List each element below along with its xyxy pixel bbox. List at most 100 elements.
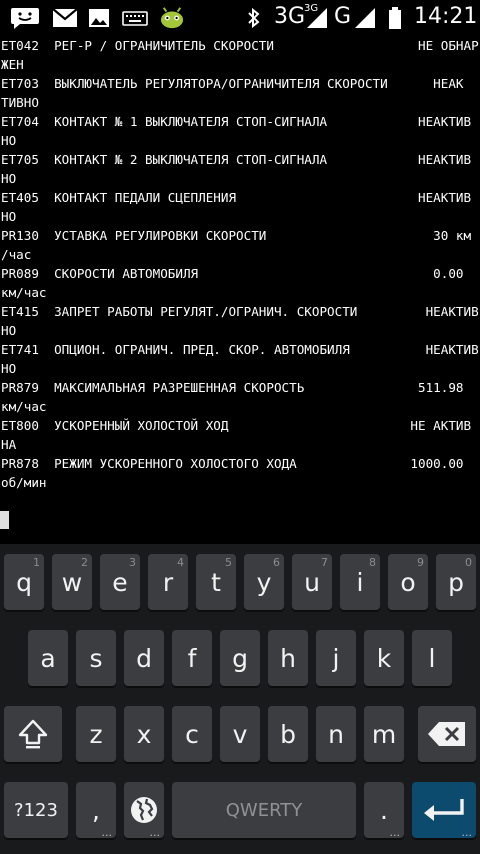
terminal-line: об/мин (1, 475, 47, 490)
key-l[interactable]: l (412, 630, 452, 686)
terminal-line: ET704 КОНТАКТ № 1 ВЫКЛЮЧАТЕЛЯ СТОП-СИГНА… (1, 114, 472, 129)
key-label: s (89, 643, 103, 673)
key-label: v (232, 719, 248, 749)
key-j[interactable]: j (316, 630, 356, 686)
key-label: t (211, 567, 221, 597)
key-i[interactable]: 8i (340, 554, 380, 610)
symbols-key[interactable]: ?123 (4, 782, 68, 838)
key-label: . (380, 795, 388, 825)
key-f[interactable]: f (172, 630, 212, 686)
key-t[interactable]: 5t (196, 554, 236, 610)
key-label: u (304, 567, 320, 597)
key-s[interactable]: s (76, 630, 116, 686)
battery-icon (389, 7, 401, 29)
key-hint: 7 (321, 556, 328, 569)
terminal-line: ЖЕН (1, 57, 24, 72)
key-label: , (92, 795, 100, 825)
terminal-line: км/час (1, 285, 47, 300)
key-label: m (371, 719, 397, 749)
shift-key[interactable] (4, 706, 62, 762)
terminal-line: PR089 СКОРОСТИ АВТОМОБИЛЯ 0.00 (1, 266, 464, 281)
key-r[interactable]: 4r (148, 554, 188, 610)
key-label: g (232, 643, 248, 673)
terminal-line: НО (1, 361, 17, 376)
language-key[interactable]: ... (124, 782, 164, 838)
key-label: o (400, 567, 416, 597)
globe-icon (131, 797, 157, 823)
period-key[interactable]: .... (364, 782, 404, 838)
key-label: k (376, 643, 392, 673)
status-bar: 3G 3G G 14:21 (0, 0, 480, 36)
terminal-line: ET741 ОПЦИОН. ОГРАНИЧ. ПРЕД. СКОР. АВТОМ… (1, 342, 479, 357)
terminal-line: PR878 РЕЖИМ УСКОРЕННОГО ХОЛОСТОГО ХОДА 1… (1, 456, 464, 471)
space-key[interactable]: QWERTY (172, 782, 356, 838)
key-m[interactable]: m (364, 706, 404, 762)
more-dots: ... (461, 826, 473, 839)
key-hint: 3 (129, 556, 136, 569)
keyboard-icon (122, 11, 148, 26)
key-hint: 6 (273, 556, 280, 569)
terminal-output[interactable]: ET042 РЕГ-Р / ОГРАНИЧИТЕЛЬ СКОРОСТИ НЕ О… (0, 36, 480, 544)
key-k[interactable]: k (364, 630, 404, 686)
key-x[interactable]: x (124, 706, 164, 762)
signal2-icon (355, 8, 375, 28)
key-w[interactable]: 2w (52, 554, 92, 610)
terminal-line: НА (1, 437, 17, 452)
key-g[interactable]: g (220, 630, 260, 686)
backspace-key[interactable] (418, 706, 476, 762)
key-p[interactable]: 0p (436, 554, 476, 610)
key-label: x (136, 719, 152, 749)
key-label: j (332, 643, 340, 673)
clock: 14:21 (414, 4, 478, 29)
soft-keyboard: 1q 2w 3e 4r 5t 6y 7u 8i 9o 0p a s d f g … (0, 544, 480, 854)
key-label: r (162, 567, 174, 597)
key-c[interactable]: c (172, 706, 212, 762)
terminal-line: км/час (1, 399, 47, 414)
terminal-line: ТИВНО (1, 95, 39, 110)
key-o[interactable]: 9o (388, 554, 428, 610)
key-u[interactable]: 7u (292, 554, 332, 610)
key-label: QWERTY (225, 799, 303, 821)
comma-key[interactable]: ,... (76, 782, 116, 838)
more-dots: ... (101, 826, 113, 839)
terminal-line: НО (1, 171, 17, 186)
key-hint: 8 (369, 556, 376, 569)
key-label: z (89, 719, 103, 749)
key-label: w (61, 567, 83, 597)
key-b[interactable]: b (268, 706, 308, 762)
key-label: i (356, 567, 364, 597)
terminal-line: ET415 ЗАПРЕТ РАБОТЫ РЕГУЛЯТ./ОГРАНИЧ. СК… (1, 304, 479, 319)
key-n[interactable]: n (316, 706, 356, 762)
key-d[interactable]: d (124, 630, 164, 686)
key-label: h (280, 643, 296, 673)
gmail-icon (52, 8, 78, 27)
key-q[interactable]: 1q (4, 554, 44, 610)
chat-icon (11, 8, 39, 29)
key-hint: 9 (417, 556, 424, 569)
key-label: ?123 (14, 799, 58, 821)
terminal-line: ET800 УСКОРЕННЫЙ ХОЛОСТОЙ ХОД НЕ АКТИВ (1, 418, 472, 433)
key-label: y (256, 567, 272, 597)
key-label: d (136, 643, 152, 673)
key-y[interactable]: 6y (244, 554, 284, 610)
key-label: q (16, 567, 32, 597)
key-v[interactable]: v (220, 706, 260, 762)
key-e[interactable]: 3e (100, 554, 140, 610)
terminal-line: НО (1, 133, 17, 148)
key-h[interactable]: h (268, 630, 308, 686)
key-label: b (280, 719, 296, 749)
key-label: l (428, 643, 436, 673)
key-hint: 0 (465, 556, 472, 569)
terminal-line: ET042 РЕГ-Р / ОГРАНИЧИТЕЛЬ СКОРОСТИ НЕ О… (1, 38, 479, 53)
key-z[interactable]: z (76, 706, 116, 762)
shift-icon (18, 719, 48, 749)
terminal-line: ET703 ВЫКЛЮЧАТЕЛЬ РЕГУЛЯТОРА/ОГРАНИЧИТЕЛ… (1, 76, 464, 91)
terminal-line: ET405 КОНТАКТ ПЕДАЛИ СЦЕПЛЕНИЯ НЕАКТИВ (1, 190, 472, 205)
image-icon (89, 9, 109, 27)
key-hint: 2 (81, 556, 88, 569)
enter-key[interactable]: ... (412, 782, 476, 838)
terminal-line: НО (1, 209, 17, 224)
terminal-line: PR130 УСТАВКА РЕГУЛИРОВКИ СКОРОСТИ 30 км (1, 228, 472, 243)
terminal-line: /час (1, 247, 32, 262)
key-a[interactable]: a (28, 630, 68, 686)
